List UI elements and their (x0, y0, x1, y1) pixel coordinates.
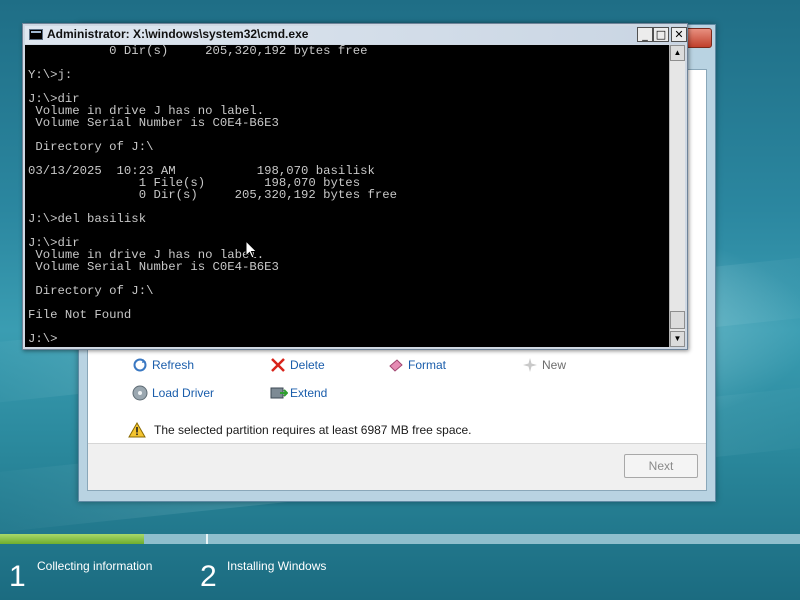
extend-link[interactable]: Extend (270, 385, 327, 401)
scroll-down-button[interactable]: ▼ (670, 331, 685, 347)
step-1-label: Collecting information (37, 559, 153, 573)
maximize-button[interactable]: □ (653, 27, 669, 42)
close-button[interactable]: ✕ (671, 27, 687, 42)
refresh-label: Refresh (152, 358, 195, 372)
cmd-window[interactable]: Administrator: X:\windows\system32\cmd.e… (22, 23, 688, 350)
delete-label: Delete (290, 358, 325, 372)
format-icon (388, 357, 404, 373)
warning-text: The selected partition requires at least… (154, 423, 472, 437)
cmd-window-title: Administrator: X:\windows\system32\cmd.e… (47, 27, 309, 41)
warning-row: The selected partition requires at least… (128, 421, 472, 438)
setup-progress-bar (0, 534, 800, 544)
cmd-console[interactable]: 0 Dir(s) 205,320,192 bytes free Y:\>j: J… (25, 45, 669, 347)
format-link[interactable]: Format (388, 357, 446, 373)
cmd-titlebar[interactable]: Administrator: X:\windows\system32\cmd.e… (25, 26, 687, 44)
step-2-number: 2 (200, 560, 217, 593)
warning-icon (128, 421, 146, 438)
mouse-cursor-icon (245, 240, 258, 259)
new-icon (522, 357, 538, 373)
minimize-button[interactable]: _ (637, 27, 653, 42)
refresh-link[interactable]: Refresh (132, 357, 194, 373)
delete-icon (270, 357, 286, 373)
new-label: New (542, 358, 567, 372)
cmd-output: 0 Dir(s) 205,320,192 bytes free Y:\>j: J… (28, 45, 397, 346)
load-driver-icon (132, 385, 148, 401)
scroll-thumb[interactable] (670, 311, 685, 329)
delete-link[interactable]: Delete (270, 357, 325, 373)
cmd-app-icon (29, 29, 43, 40)
step-1-number: 1 (9, 560, 26, 593)
load-driver-label: Load Driver (152, 386, 215, 400)
setup-footer: Next (88, 443, 706, 490)
progress-divider (206, 534, 208, 544)
extend-icon (270, 385, 289, 401)
extend-label: Extend (290, 386, 328, 400)
new-link[interactable]: New (522, 357, 566, 373)
progress-fill (0, 534, 144, 544)
load-driver-link[interactable]: Load Driver (132, 385, 214, 401)
step-2-label: Installing Windows (227, 559, 327, 573)
cmd-scrollbar[interactable]: ▲ ▼ (669, 45, 685, 347)
refresh-icon (132, 357, 148, 373)
scroll-up-button[interactable]: ▲ (670, 45, 685, 61)
next-button[interactable]: Next (624, 454, 698, 478)
format-label: Format (408, 358, 447, 372)
